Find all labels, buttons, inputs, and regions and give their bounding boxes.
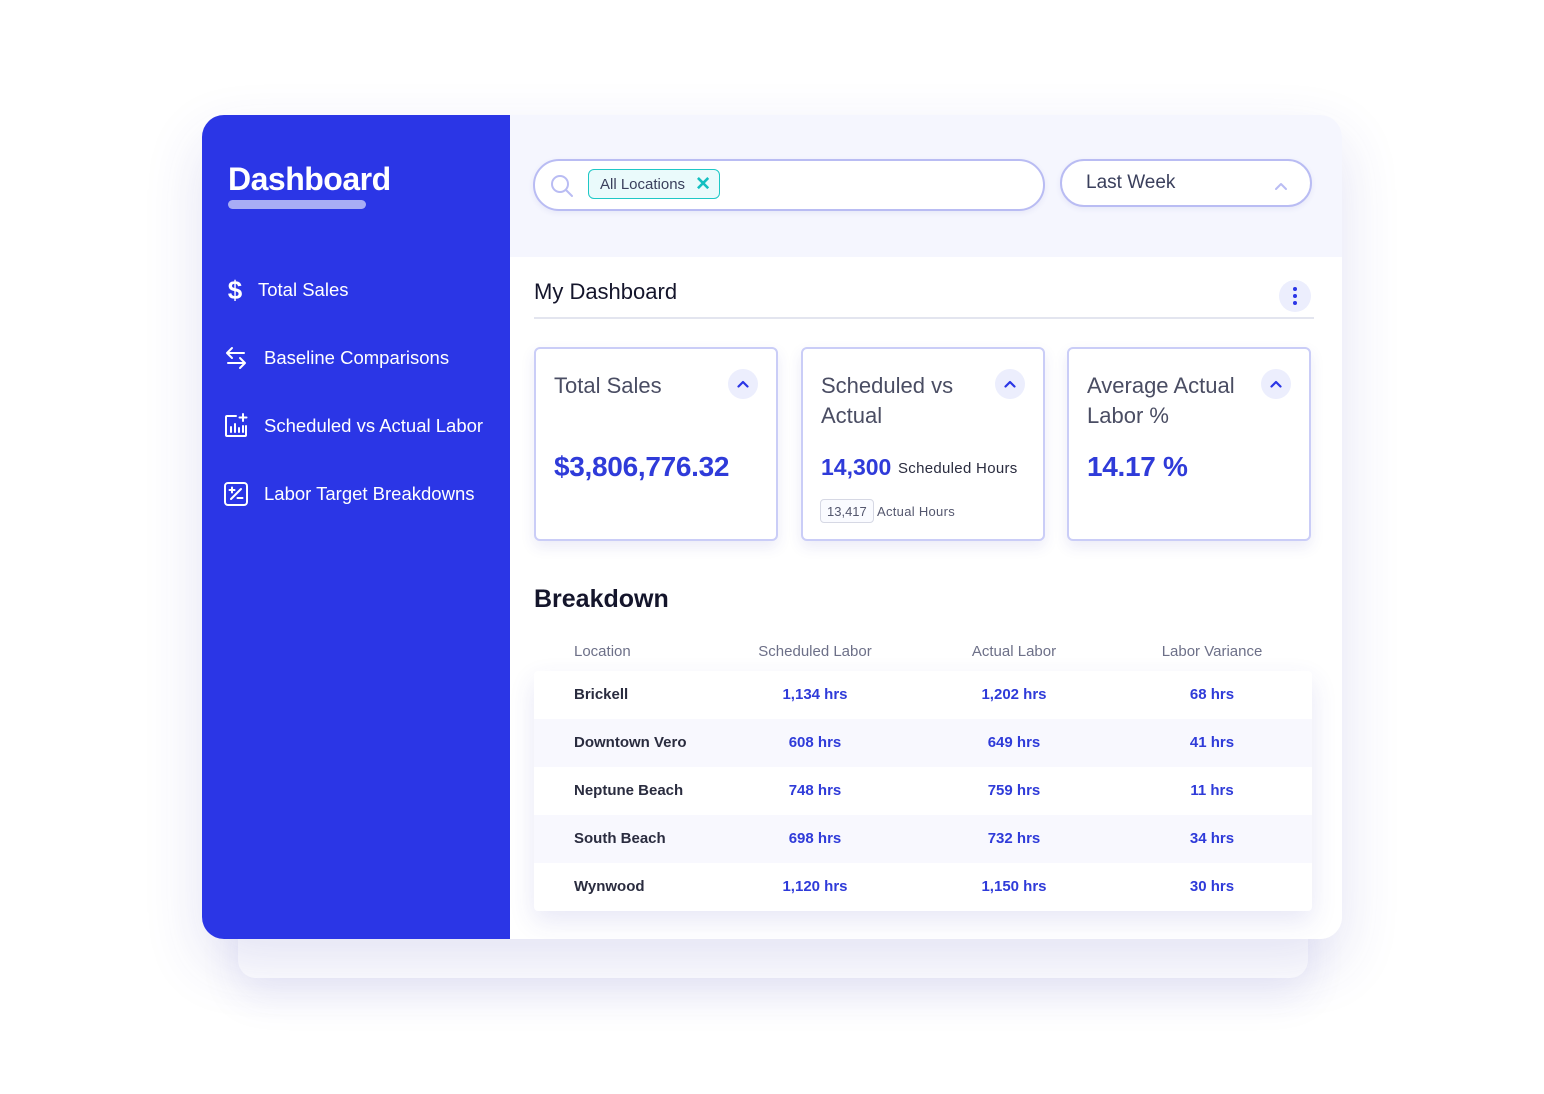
- main-content: All Locations ✕ Last Week My Dashboard T…: [510, 115, 1342, 939]
- card-title: Total Sales: [554, 373, 662, 398]
- chevron-up-icon: [737, 380, 749, 388]
- app-window: Dashboard $ Total Sales Baseline Compari…: [202, 115, 1342, 939]
- period-select[interactable]: Last Week: [1060, 159, 1312, 207]
- sidebar-item-scheduled-vs-actual[interactable]: Scheduled vs Actual Labor: [222, 412, 483, 440]
- cell-variance: 41 hrs: [1189, 734, 1235, 751]
- title-underline: [228, 200, 366, 209]
- cell-actual: 759 hrs: [987, 782, 1041, 799]
- cell-actual: 649 hrs: [987, 734, 1041, 751]
- remove-chip-icon[interactable]: ✕: [695, 175, 711, 194]
- dollar-icon: $: [227, 274, 243, 305]
- column-header: Scheduled Labor: [758, 643, 872, 660]
- collapse-button[interactable]: [728, 369, 758, 399]
- kebab-dot: [1293, 294, 1297, 298]
- sidebar-item-labor-target[interactable]: Labor Target Breakdowns: [222, 480, 474, 508]
- location-chip: All Locations ✕: [588, 169, 720, 199]
- cell-variance: 11 hrs: [1190, 782, 1234, 799]
- cell-location: Neptune Beach: [574, 782, 684, 799]
- card-title: Scheduled vs Actual: [821, 373, 954, 428]
- swap-arrows-icon: [222, 344, 250, 372]
- more-options-button[interactable]: [1279, 280, 1311, 312]
- actual-hours-badge: 13,417: [820, 499, 874, 523]
- chevron-up-icon: [1274, 177, 1288, 191]
- card-value: $3,806,776.32: [554, 451, 730, 482]
- collapse-button[interactable]: [1261, 369, 1291, 399]
- total-sales-card: Total Sales $3,806,776.32: [534, 347, 778, 541]
- chevron-up-icon: [1270, 380, 1282, 388]
- sidebar-item-label: Scheduled vs Actual Labor: [264, 415, 484, 436]
- sidebar-title: Dashboard: [228, 161, 391, 197]
- scheduled-hours-value: 14,300: [821, 454, 892, 480]
- table-row[interactable]: Brickell 1,134 hrs 1,202 hrs 68 hrs: [534, 671, 1312, 719]
- cell-scheduled: 1,120 hrs: [782, 878, 848, 895]
- scheduled-hours-label: Scheduled Hours: [898, 460, 1018, 477]
- percent-square-icon: [222, 480, 250, 508]
- kebab-dot: [1293, 301, 1297, 305]
- table-row[interactable]: Neptune Beach 748 hrs 759 hrs 11 hrs: [534, 767, 1312, 815]
- cell-location: South Beach: [574, 830, 666, 847]
- divider: [534, 317, 1314, 319]
- breakdown-title: Breakdown: [534, 585, 669, 613]
- cell-actual: 1,150 hrs: [981, 878, 1047, 895]
- cell-location: Wynwood: [574, 878, 645, 895]
- cell-scheduled: 698 hrs: [788, 830, 842, 847]
- cell-actual: 1,202 hrs: [981, 686, 1047, 703]
- chevron-up-icon: [1004, 380, 1016, 388]
- kebab-dot: [1293, 287, 1297, 291]
- collapse-button[interactable]: [995, 369, 1025, 399]
- sidebar-item-total-sales[interactable]: $ Total Sales: [222, 274, 349, 305]
- cell-location: Downtown Vero: [574, 734, 687, 751]
- chip-label: All Locations: [600, 175, 686, 193]
- location-search[interactable]: All Locations ✕: [533, 159, 1045, 211]
- column-header: Labor Variance: [1161, 643, 1263, 660]
- search-icon: [549, 173, 575, 199]
- table-row[interactable]: Wynwood 1,120 hrs 1,150 hrs 30 hrs: [534, 863, 1312, 911]
- cell-variance: 68 hrs: [1189, 686, 1235, 703]
- cell-scheduled: 1,134 hrs: [782, 686, 848, 703]
- table-row[interactable]: Downtown Vero 608 hrs 649 hrs 41 hrs: [534, 719, 1312, 767]
- cell-variance: 30 hrs: [1189, 878, 1235, 895]
- card-title: Average Actual Labor %: [1087, 373, 1235, 428]
- breakdown-table: Brickell 1,134 hrs 1,202 hrs 68 hrs Down…: [534, 671, 1312, 911]
- sidebar-item-label: Baseline Comparisons: [264, 347, 450, 368]
- labor-percent-card: Average Actual Labor % 14.17 %: [1067, 347, 1311, 541]
- period-value: Last Week: [1086, 172, 1176, 193]
- column-header: Location: [574, 643, 631, 660]
- column-header: Actual Labor: [971, 643, 1057, 660]
- table-row[interactable]: South Beach 698 hrs 732 hrs 34 hrs: [534, 815, 1312, 863]
- cell-scheduled: 748 hrs: [788, 782, 842, 799]
- cell-variance: 34 hrs: [1189, 830, 1235, 847]
- cell-actual: 732 hrs: [987, 830, 1041, 847]
- card-value: 14.17 %: [1087, 451, 1188, 482]
- sidebar-item-label: Total Sales: [258, 279, 349, 300]
- bar-chart-plus-icon: [222, 412, 250, 440]
- sidebar-item-label: Labor Target Breakdowns: [264, 483, 475, 504]
- sidebar: Dashboard $ Total Sales Baseline Compari…: [202, 115, 510, 939]
- table-header: Location Scheduled Labor Actual Labor La…: [534, 637, 1312, 667]
- cell-scheduled: 608 hrs: [788, 734, 842, 751]
- filter-bar: All Locations ✕ Last Week: [510, 115, 1342, 257]
- actual-hours-label: Actual Hours: [877, 504, 956, 519]
- cell-location: Brickell: [574, 686, 629, 703]
- scheduled-vs-actual-card: Scheduled vs Actual 14,300 Scheduled Hou…: [801, 347, 1045, 541]
- sidebar-item-baseline-comparisons[interactable]: Baseline Comparisons: [222, 344, 449, 372]
- page-title: My Dashboard: [534, 279, 678, 304]
